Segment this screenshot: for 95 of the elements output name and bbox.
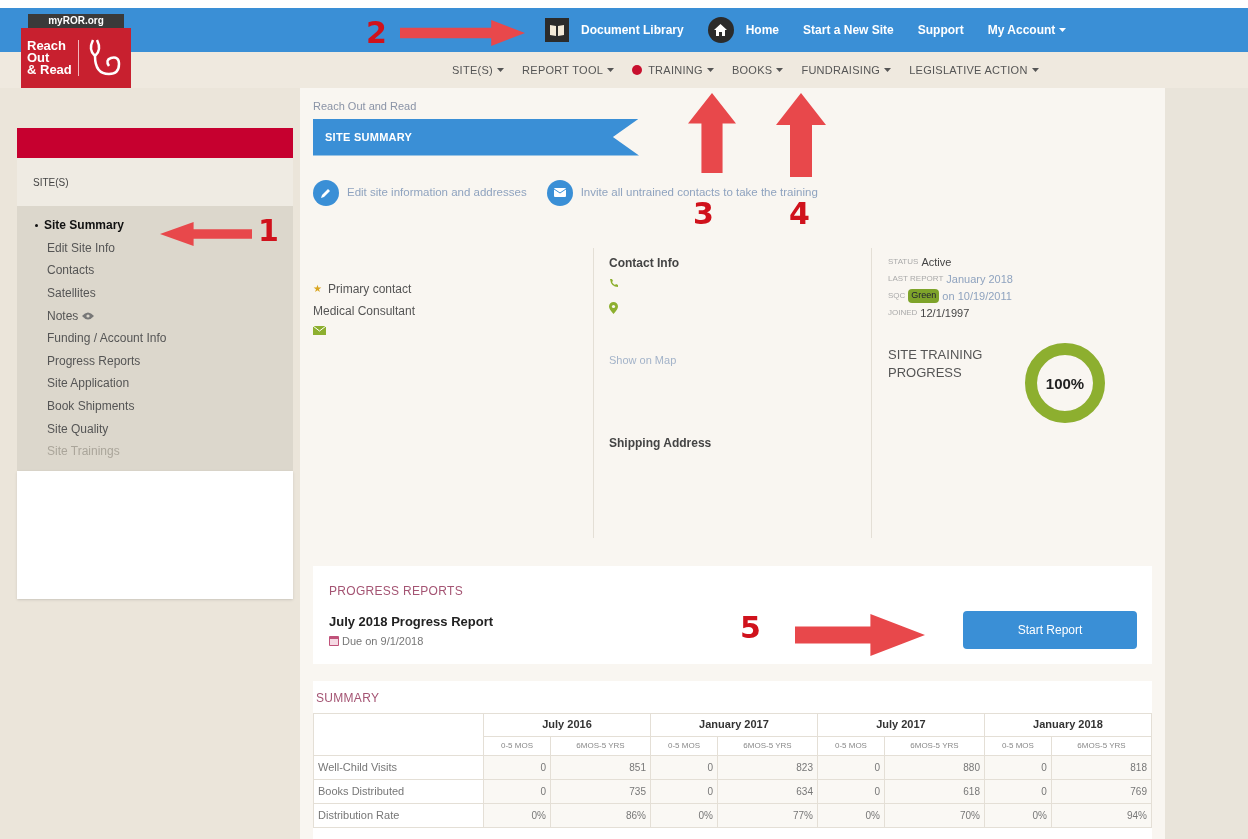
logo-site-name: myROR.org [28,14,124,28]
sidebar-item[interactable]: Satellites [35,281,96,305]
main-nav-item[interactable]: TRAINING [632,61,714,79]
table-cell: 77% [717,803,818,827]
table-cell: 618 [884,779,985,803]
sidebar-item[interactable]: Funding / Account Info [35,326,167,350]
row-label: Books Distributed [313,779,484,803]
annotation-number: 5 [740,613,761,643]
main-nav-item[interactable]: BOOKS [731,61,784,79]
status-value: Active [921,254,952,270]
caret-icon [1031,68,1039,72]
calendar-icon [329,636,339,647]
phone-icon [609,277,619,288]
table-cell: 880 [884,755,985,779]
subcolumn-header: 0-5 MOS [817,736,885,755]
table-cell: 634 [717,779,818,803]
table-cell: 86% [550,803,651,827]
period-header: January 2018 [984,713,1152,736]
row-label: Well-Child Visits [313,755,484,779]
card-title: SUMMARY [315,689,381,707]
sidebar-title: SITE(S) [17,158,293,206]
subcolumn-header: 0-5 MOS [650,736,718,755]
sidebar-item[interactable]: Progress Reports [35,349,141,373]
sidebar-item[interactable]: Edit Site Info [35,236,116,260]
table-cell: 70% [884,803,985,827]
pencil-icon [313,179,339,206]
status-label: SQC [888,290,906,302]
envelope-icon [546,179,573,206]
progress-percent: 100% [1045,375,1085,390]
section-heading: Contact Info [609,254,680,272]
subcolumn-header: 6MOS-5 YRS [550,736,651,755]
main-nav-item[interactable]: REPORT TOOL [522,61,615,79]
top-nav-link[interactable]: My Account [987,21,1067,39]
star-icon: ★ [313,281,322,296]
period-header: July 2017 [817,713,985,736]
contact-role: ★ Primary contact [313,280,413,298]
report-name: July 2018 Progress Report [329,612,494,631]
email-icon [313,325,326,335]
table-cell: 851 [550,755,651,779]
status-badge: Green [908,289,940,303]
status-label: LAST REPORT [888,273,944,285]
sidebar-item[interactable]: Site Application [35,372,130,395]
status-value: 12/1/1997 [920,305,970,321]
top-nav-link[interactable]: Support [917,21,964,39]
table-cell: 735 [550,779,651,803]
subcolumn-header: 6MOS-5 YRS [717,736,818,755]
subcolumn-header: 0-5 MOS [984,736,1052,755]
caret-icon [884,68,892,72]
status-value: January 2018 [946,271,1013,287]
status-label: JOINED [888,307,918,319]
table-cell: 769 [1051,779,1152,803]
caret-icon [706,68,714,72]
top-nav-link[interactable]: Home [707,17,780,43]
subcolumn-header: 0-5 MOS [483,736,551,755]
caret-icon [776,68,784,72]
annotation-number: 4 [789,199,810,229]
section-heading: Shipping Address [609,435,713,452]
sidebar-item[interactable]: Site Summary [35,214,125,237]
status-label: STATUS [888,256,919,268]
eye-icon [82,311,95,320]
map-pin-icon [609,301,618,314]
top-nav-link[interactable]: Document Library [545,18,684,42]
home-icon [707,17,734,43]
subcolumn-header: 6MOS-5 YRS [1051,736,1152,755]
main-nav-item[interactable]: SITE(S) [452,61,505,79]
breadcrumb[interactable]: Reach Out and Read [313,98,1152,115]
annotation-number: 1 [258,216,279,246]
row-label: Distribution Rate [313,803,484,827]
subcolumn-header: 6MOS-5 YRS [884,736,985,755]
main-nav-item[interactable]: FUNDRAISING [801,61,892,79]
sidebar-item[interactable]: Notes [35,304,95,327]
status-value: on 10/19/2011 [942,288,1012,304]
logo-wordmark: Reach Out & Read [27,40,79,76]
sidebar-item[interactable]: Contacts [35,259,95,282]
due-date: Due on 9/1/2018 [342,634,424,649]
table-cell: 823 [717,755,818,779]
period-header: July 2016 [483,713,651,736]
start-report-button[interactable]: Start Report [963,610,1137,649]
sidebar-item[interactable]: Book Shipments [35,394,135,418]
section-banner: SITE SUMMARY [313,118,639,156]
period-header: January 2017 [650,713,818,736]
training-progress-title: SITE TRAINING PROGRESS [888,345,984,382]
annotation-number: 2 [366,18,387,48]
table-cell: 94% [1051,803,1152,827]
bullet-icon [35,223,38,227]
top-nav-link[interactable]: Start a New Site [803,21,894,39]
annotation-number: 3 [693,199,714,229]
contact-title: Medical Consultant [313,302,417,320]
caret-icon [497,68,505,72]
book-icon [545,18,569,42]
table-cell: 818 [1051,755,1152,779]
caret-icon [607,68,615,72]
sidebar-item[interactable]: Site Quality [35,417,109,440]
main-nav-item[interactable]: LEGISLATIVE ACTION [909,61,1039,79]
card-title: PROGRESS REPORTS [329,582,464,600]
